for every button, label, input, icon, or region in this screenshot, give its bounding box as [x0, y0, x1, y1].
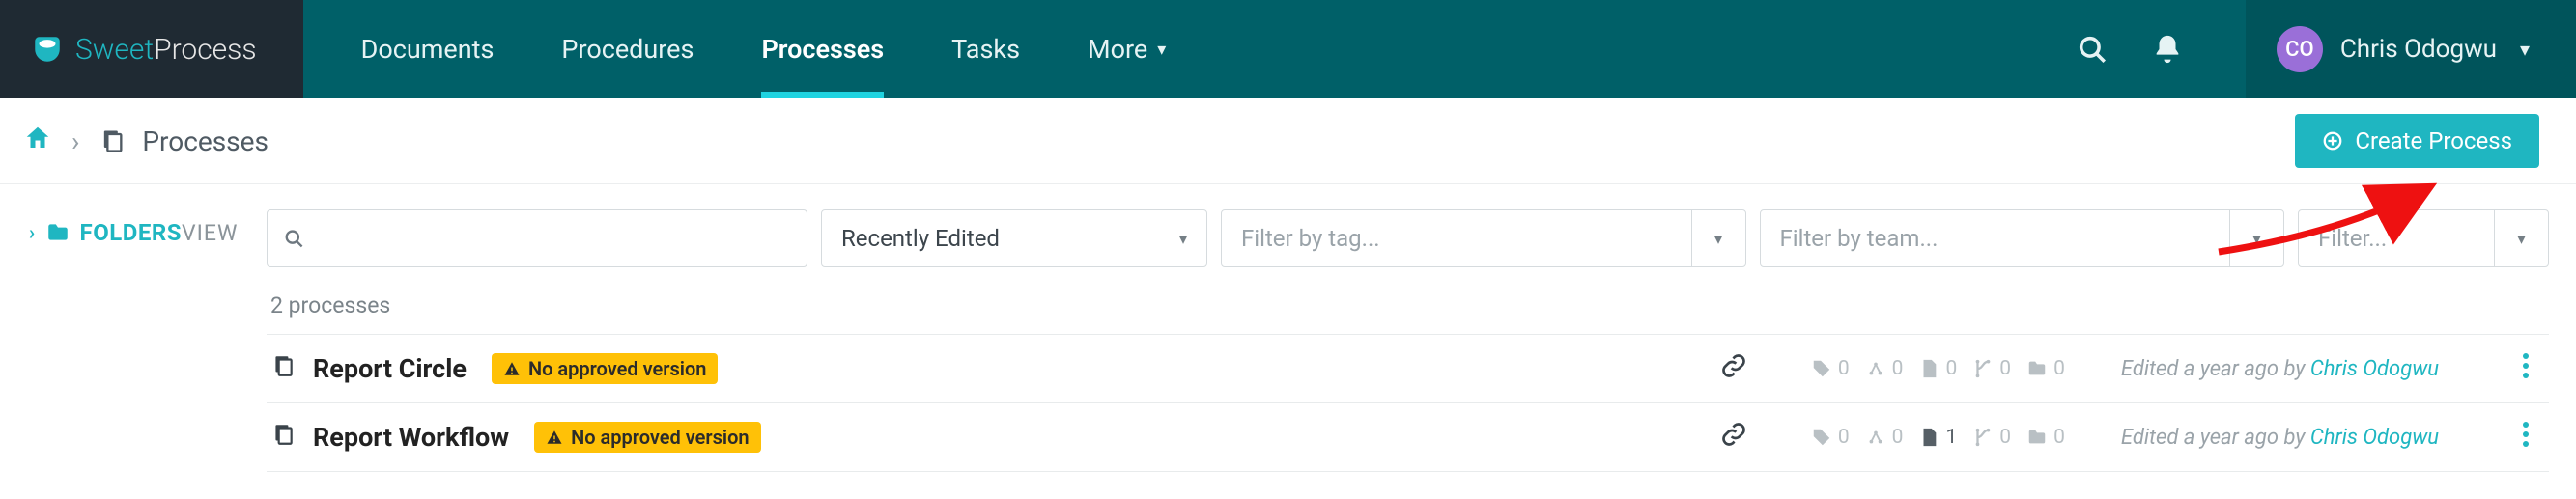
brand-logo[interactable]: SweetProcess — [0, 0, 303, 98]
content: Recently Edited Filter by tag... Filter … — [255, 184, 2576, 472]
sidebar-folders-label: FOLDERS — [80, 219, 182, 246]
home-icon[interactable] — [23, 124, 52, 159]
brand-icon — [31, 33, 64, 66]
edited-by: Edited a year ago by Chris Odogwu — [2121, 357, 2439, 381]
chevron-down-icon — [2252, 230, 2260, 248]
stack-icon — [270, 422, 296, 453]
sidebar-folders[interactable]: › FOLDERS — [29, 219, 182, 246]
search-icon[interactable] — [2076, 33, 2109, 66]
stack-icon — [99, 127, 126, 154]
process-row[interactable]: Report Circle No approved version 0 0 0 … — [267, 334, 2549, 402]
create-process-button[interactable]: Create Process — [2295, 114, 2539, 168]
filter-team-placeholder: Filter by team... — [1780, 225, 1939, 252]
stat-file: 1 — [1918, 426, 1957, 449]
user-name: Chris Odogwu — [2340, 35, 2497, 64]
search-input-wrapper[interactable] — [267, 209, 807, 267]
stat-branch: 0 — [1972, 357, 2011, 380]
nav-documents[interactable]: Documents — [361, 0, 495, 98]
filter-bar: Recently Edited Filter by tag... Filter … — [267, 209, 2549, 267]
stat-tag: 0 — [1811, 357, 1850, 380]
chevron-down-icon — [1714, 230, 1722, 248]
link-icon[interactable] — [1720, 421, 1747, 454]
create-button-label: Create Process — [2355, 127, 2512, 154]
badge-label: No approved version — [571, 426, 749, 449]
chevron-right-icon: › — [29, 221, 36, 244]
bell-icon[interactable] — [2151, 33, 2184, 66]
nav-items: Documents Procedures Processes Tasks Mor… — [303, 0, 2076, 98]
sort-select[interactable]: Recently Edited — [821, 209, 1207, 267]
filter-generic-select[interactable]: Filter... — [2298, 209, 2549, 267]
breadcrumb: › Processes — [23, 124, 269, 159]
chevron-down-icon — [1157, 40, 1166, 60]
nav-label: More — [1088, 34, 1147, 65]
breadcrumb-bar: › Processes Create Process — [0, 98, 2576, 184]
status-badge: No approved version — [492, 353, 718, 384]
filter-team-select[interactable]: Filter by team... — [1760, 209, 2285, 267]
nav-procedures[interactable]: Procedures — [561, 0, 694, 98]
folder-icon — [45, 220, 71, 245]
status-badge: No approved version — [534, 422, 760, 453]
stat-folder: 0 — [2026, 357, 2065, 380]
row-menu-button[interactable] — [2514, 352, 2537, 385]
top-nav: SweetProcess Documents Procedures Proces… — [0, 0, 2576, 98]
edited-user-link[interactable]: Chris Odogwu — [2310, 426, 2439, 450]
nav-processes[interactable]: Processes — [761, 0, 884, 98]
sort-value: Recently Edited — [841, 225, 1000, 252]
process-list: Report Circle No approved version 0 0 0 … — [267, 334, 2549, 472]
edited-user-link[interactable]: Chris Odogwu — [2310, 357, 2439, 381]
breadcrumb-separator: › — [71, 125, 79, 157]
chevron-down-icon — [2520, 38, 2530, 61]
stat-tag: 0 — [1811, 426, 1850, 449]
stat-folder: 0 — [2026, 426, 2065, 449]
edited-by: Edited a year ago by Chris Odogwu — [2121, 426, 2439, 450]
avatar-initials: CO — [2285, 38, 2314, 62]
link-icon[interactable] — [1720, 352, 1747, 385]
row-menu-button[interactable] — [2514, 421, 2537, 454]
nav-label: Processes — [761, 34, 884, 65]
stat-branch: 0 — [1972, 426, 2011, 449]
main: › FOLDERS VIEW Recently Edited Filter by… — [0, 184, 2576, 472]
chevron-down-icon — [1179, 230, 1187, 248]
warning-icon — [546, 429, 563, 446]
nav-more[interactable]: More — [1088, 0, 1166, 98]
filter-tag-placeholder: Filter by tag... — [1241, 225, 1380, 252]
brand-text-process: Process — [154, 33, 257, 67]
search-icon — [283, 227, 304, 250]
nav-right: CO Chris Odogwu — [2076, 0, 2576, 98]
stat-share: 0 — [1865, 426, 1904, 449]
badge-label: No approved version — [528, 357, 706, 380]
process-title: Report Workflow — [313, 422, 509, 453]
nav-label: Documents — [361, 34, 495, 65]
process-title: Report Circle — [313, 353, 467, 384]
row-stats: 0 0 0 0 0 — [1811, 357, 2065, 380]
plus-circle-icon — [2322, 130, 2343, 152]
stack-icon — [270, 353, 296, 384]
row-stats: 0 0 1 0 0 — [1811, 426, 2065, 449]
brand-text-sweet: Sweet — [75, 33, 154, 67]
chevron-down-icon — [2517, 230, 2525, 248]
nav-tasks[interactable]: Tasks — [951, 0, 1020, 98]
process-row[interactable]: Report Workflow No approved version 0 0 … — [267, 402, 2549, 472]
breadcrumb-label: Processes — [142, 125, 269, 157]
nav-label: Procedures — [561, 34, 694, 65]
search-input[interactable] — [316, 225, 791, 252]
result-count: 2 processes — [270, 292, 2549, 319]
avatar: CO — [2277, 26, 2323, 72]
sidebar-view-label[interactable]: VIEW — [182, 220, 238, 246]
filter-tag-select[interactable]: Filter by tag... — [1221, 209, 1746, 267]
sidebar: › FOLDERS VIEW — [0, 184, 255, 472]
user-menu[interactable]: CO Chris Odogwu — [2246, 0, 2576, 98]
nav-label: Tasks — [951, 34, 1020, 65]
stat-share: 0 — [1865, 357, 1904, 380]
warning-icon — [503, 360, 521, 377]
breadcrumb-page: Processes — [99, 125, 269, 157]
filter-placeholder: Filter... — [2318, 225, 2387, 252]
stat-file: 0 — [1918, 357, 1957, 380]
